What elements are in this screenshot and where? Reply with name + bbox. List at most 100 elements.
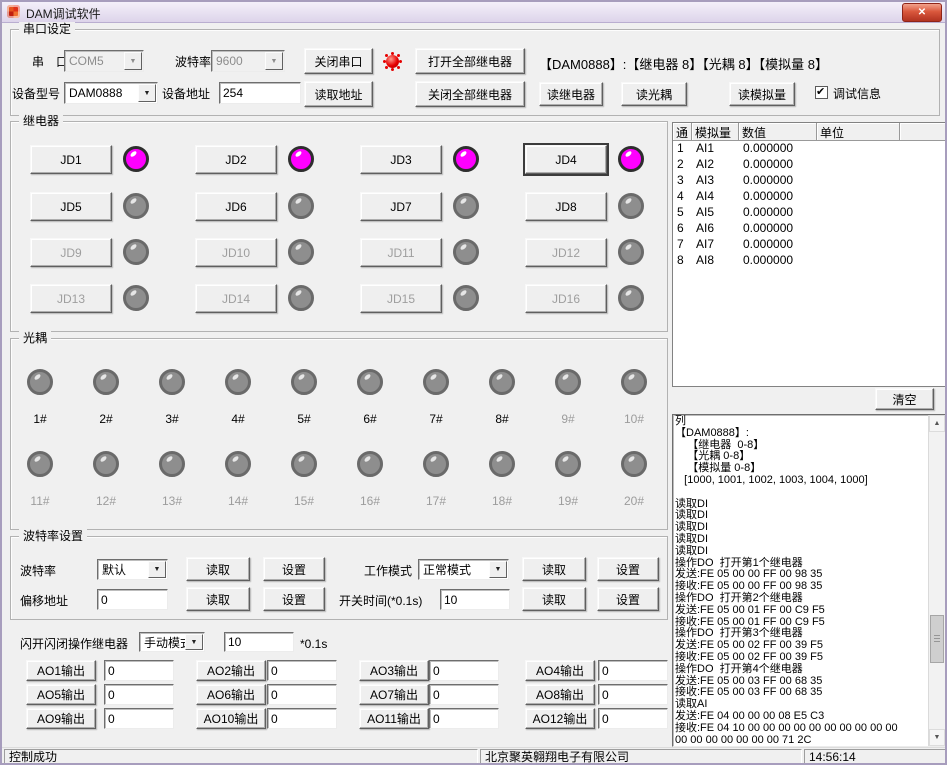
flash-mode-select[interactable]: 手动模式 bbox=[139, 632, 205, 652]
cell-name: AI2 bbox=[692, 157, 739, 173]
cell-channel: 4 bbox=[673, 189, 692, 205]
relay-button-jd11[interactable]: JD11 bbox=[360, 238, 442, 267]
baudrate-read-button[interactable]: 读取 bbox=[186, 557, 250, 581]
opto-led-6 bbox=[357, 369, 383, 395]
relay-button-jd2[interactable]: JD2 bbox=[195, 145, 277, 174]
relay-button-jd6[interactable]: JD6 bbox=[195, 192, 277, 221]
app-window: DAM调试软件 串口设定 串 口 COM5 波特率 9600 关闭串口 打开全部… bbox=[0, 0, 947, 765]
ao1-output-button[interactable]: AO1输出 bbox=[26, 660, 96, 681]
ao12-value-input[interactable] bbox=[598, 708, 668, 729]
ao7-output-button[interactable]: AO7输出 bbox=[359, 684, 429, 705]
close-serial-button[interactable]: 关闭串口 bbox=[304, 48, 373, 74]
baudrate-select[interactable]: 9600 bbox=[211, 50, 285, 72]
read-addr-button[interactable]: 读取地址 bbox=[304, 81, 373, 107]
relay-button-jd13[interactable]: JD13 bbox=[30, 284, 112, 313]
col-header-channel[interactable]: 通 bbox=[673, 123, 692, 141]
opto-label-10: 10# bbox=[604, 412, 664, 426]
baudrate-set-button[interactable]: 设置 bbox=[263, 557, 325, 581]
opto-led-5 bbox=[291, 369, 317, 395]
ao3-value-input[interactable] bbox=[429, 660, 499, 681]
relay-button-jd4[interactable]: JD4 bbox=[525, 145, 607, 174]
col-header-unit[interactable]: 单位 bbox=[817, 123, 900, 141]
offset-addr-label: 偏移地址 bbox=[20, 594, 68, 608]
title-bar: DAM调试软件 bbox=[2, 2, 945, 23]
ao1-value-input[interactable] bbox=[104, 660, 174, 681]
workmode-value: 正常模式 bbox=[423, 561, 471, 578]
relay-button-jd14[interactable]: JD14 bbox=[195, 284, 277, 313]
ao9-value-input[interactable] bbox=[104, 708, 174, 729]
relay-button-jd5[interactable]: JD5 bbox=[30, 192, 112, 221]
opto-label-8: 8# bbox=[472, 412, 532, 426]
offset-read-button[interactable]: 读取 bbox=[186, 587, 250, 611]
read-opto-button[interactable]: 读光耦 bbox=[621, 82, 687, 106]
scroll-up-icon[interactable] bbox=[929, 415, 945, 432]
relay-button-jd3[interactable]: JD3 bbox=[360, 145, 442, 174]
log-scrollbar[interactable] bbox=[928, 415, 946, 746]
status-time: 14:56:14 bbox=[804, 749, 947, 765]
relay-button-jd12[interactable]: JD12 bbox=[525, 238, 607, 267]
ao6-value-input[interactable] bbox=[267, 684, 337, 705]
cell-name: AI6 bbox=[692, 221, 739, 237]
open-all-relays-button[interactable]: 打开全部继电器 bbox=[415, 48, 525, 74]
baudrate-set-select[interactable]: 默认 bbox=[97, 559, 168, 580]
cell-unit bbox=[817, 141, 900, 157]
opto-led-1 bbox=[27, 369, 53, 395]
ao8-value-input[interactable] bbox=[598, 684, 668, 705]
ao6-output-button[interactable]: AO6输出 bbox=[196, 684, 266, 705]
ao9-output-button[interactable]: AO9输出 bbox=[26, 708, 96, 729]
ao3-output-button[interactable]: AO3输出 bbox=[359, 660, 429, 681]
cell-channel: 5 bbox=[673, 205, 692, 221]
switch-time-set-button[interactable]: 设置 bbox=[597, 587, 659, 611]
ao12-output-button[interactable]: AO12输出 bbox=[525, 708, 595, 729]
col-header-value[interactable]: 数值 bbox=[739, 123, 817, 141]
ao5-output-button[interactable]: AO5输出 bbox=[26, 684, 96, 705]
ao10-value-input[interactable] bbox=[267, 708, 337, 729]
cell-value: 0.000000 bbox=[739, 221, 817, 237]
ao4-value-input[interactable] bbox=[598, 660, 668, 681]
ao4-output-button[interactable]: AO4输出 bbox=[525, 660, 595, 681]
switch-time-read-button[interactable]: 读取 bbox=[522, 587, 586, 611]
workmode-select[interactable]: 正常模式 bbox=[418, 559, 509, 580]
table-row: 5AI50.000000 bbox=[673, 205, 946, 221]
debug-info-checkbox[interactable] bbox=[815, 86, 828, 99]
ao11-value-input[interactable] bbox=[429, 708, 499, 729]
chevron-down-icon bbox=[489, 561, 507, 578]
ao10-output-button[interactable]: AO10输出 bbox=[196, 708, 266, 729]
scrollbar-thumb[interactable] bbox=[930, 615, 944, 663]
col-header-analog[interactable]: 模拟量 bbox=[692, 123, 739, 141]
relay-button-jd16[interactable]: JD16 bbox=[525, 284, 607, 313]
read-analog-button[interactable]: 读模拟量 bbox=[729, 82, 795, 106]
table-row: 6AI60.000000 bbox=[673, 221, 946, 237]
relay-button-jd15[interactable]: JD15 bbox=[360, 284, 442, 313]
workmode-read-button[interactable]: 读取 bbox=[522, 557, 586, 581]
relay-led-jd4 bbox=[618, 146, 644, 172]
close-all-relays-button[interactable]: 关闭全部继电器 bbox=[415, 81, 525, 107]
clear-log-button[interactable]: 清空 bbox=[875, 388, 934, 410]
model-select[interactable]: DAM0888 bbox=[64, 82, 158, 104]
ao7-value-input[interactable] bbox=[429, 684, 499, 705]
port-select[interactable]: COM5 bbox=[64, 50, 144, 72]
flash-time-input[interactable] bbox=[224, 632, 294, 652]
switch-time-input[interactable] bbox=[440, 589, 510, 610]
relay-button-jd10[interactable]: JD10 bbox=[195, 238, 277, 267]
ao5-value-input[interactable] bbox=[104, 684, 174, 705]
relay-button-jd8[interactable]: JD8 bbox=[525, 192, 607, 221]
workmode-set-button[interactable]: 设置 bbox=[597, 557, 659, 581]
log-output[interactable]: 列 【DAM0888】: 【继电器 0-8】 【光耦 0-8】 【模拟量 0-8… bbox=[672, 414, 947, 747]
offset-addr-input[interactable] bbox=[97, 589, 168, 610]
ao2-output-button[interactable]: AO2输出 bbox=[196, 660, 266, 681]
offset-set-button[interactable]: 设置 bbox=[263, 587, 325, 611]
app-icon bbox=[7, 5, 20, 18]
scroll-down-icon[interactable] bbox=[929, 729, 945, 746]
ao2-value-input[interactable] bbox=[267, 660, 337, 681]
ao8-output-button[interactable]: AO8输出 bbox=[525, 684, 595, 705]
serial-open-indicator-icon bbox=[386, 55, 399, 68]
relay-button-jd7[interactable]: JD7 bbox=[360, 192, 442, 221]
ao11-output-button[interactable]: AO11输出 bbox=[359, 708, 429, 729]
device-addr-input[interactable] bbox=[219, 82, 301, 104]
window-title: DAM调试软件 bbox=[26, 5, 101, 22]
read-relay-button[interactable]: 读继电器 bbox=[539, 82, 603, 106]
close-icon[interactable] bbox=[902, 3, 942, 22]
relay-button-jd1[interactable]: JD1 bbox=[30, 145, 112, 174]
relay-button-jd9[interactable]: JD9 bbox=[30, 238, 112, 267]
